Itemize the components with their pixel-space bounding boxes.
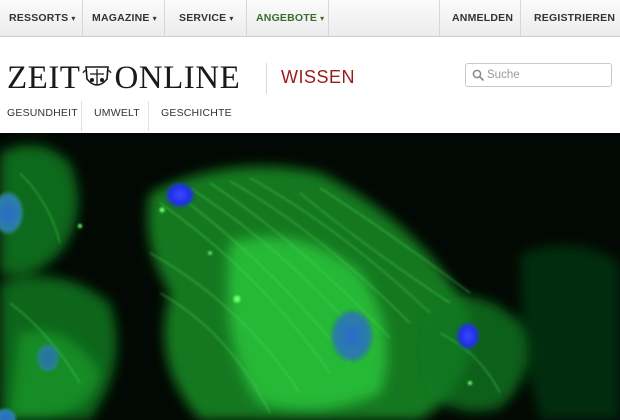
search-box (465, 63, 612, 87)
nav-angebote[interactable]: ANGEBOTE ▾ (256, 0, 324, 36)
nav-divider (328, 0, 329, 36)
top-navigation-bar: RESSORTS ▾ MAGAZINE ▾ SERVICE ▾ ANGEBOTE ▾ A… (0, 0, 620, 37)
cell-micrograph (0, 133, 620, 420)
nav-divider (246, 0, 247, 36)
nav-magazine[interactable]: MAGAZINE ▾ (92, 0, 157, 36)
section-title[interactable]: WISSEN (281, 66, 355, 88)
search-input[interactable] (487, 66, 605, 84)
nav-ressorts-label: RESSORTS (9, 12, 69, 24)
nav-service-label: SERVICE (179, 12, 227, 24)
nav-magazine-label: MAGAZINE (92, 12, 150, 24)
chevron-down-icon: ▾ (320, 14, 325, 23)
logo-word-right: ONLINE (114, 60, 241, 96)
nav-ressorts[interactable]: RESSORTS ▾ (9, 0, 76, 36)
nav-divider (82, 0, 83, 36)
register-link[interactable]: REGISTRIEREN (534, 0, 615, 36)
hero-image[interactable] (0, 133, 620, 420)
nav-divider (439, 0, 440, 36)
site-header: ZEIT ONLINE WISSEN GESUNDHEIT UMWELT GES… (0, 37, 620, 133)
search-icon[interactable] (472, 69, 484, 81)
zeit-online-logo[interactable]: ZEIT ONLINE (7, 60, 240, 96)
subnav-item-geschichte[interactable]: GESCHICHTE (161, 104, 232, 132)
subnav-divider (148, 101, 149, 131)
chevron-down-icon: ▾ (229, 14, 234, 23)
nav-service[interactable]: SERVICE ▾ (179, 0, 234, 36)
login-link[interactable]: ANMELDEN (452, 0, 513, 36)
subnav-divider (81, 101, 82, 131)
subnav-item-gesundheit[interactable]: GESUNDHEIT (7, 104, 78, 132)
chevron-down-icon: ▾ (152, 14, 157, 23)
crest-icon (82, 66, 113, 86)
nav-angebote-label: ANGEBOTE (256, 12, 318, 24)
nav-divider (164, 0, 165, 36)
logo-word-left: ZEIT (7, 60, 81, 96)
header-divider (266, 63, 267, 94)
subnav-item-umwelt[interactable]: UMWELT (94, 104, 140, 132)
nav-divider (520, 0, 521, 36)
chevron-down-icon: ▾ (71, 14, 76, 23)
